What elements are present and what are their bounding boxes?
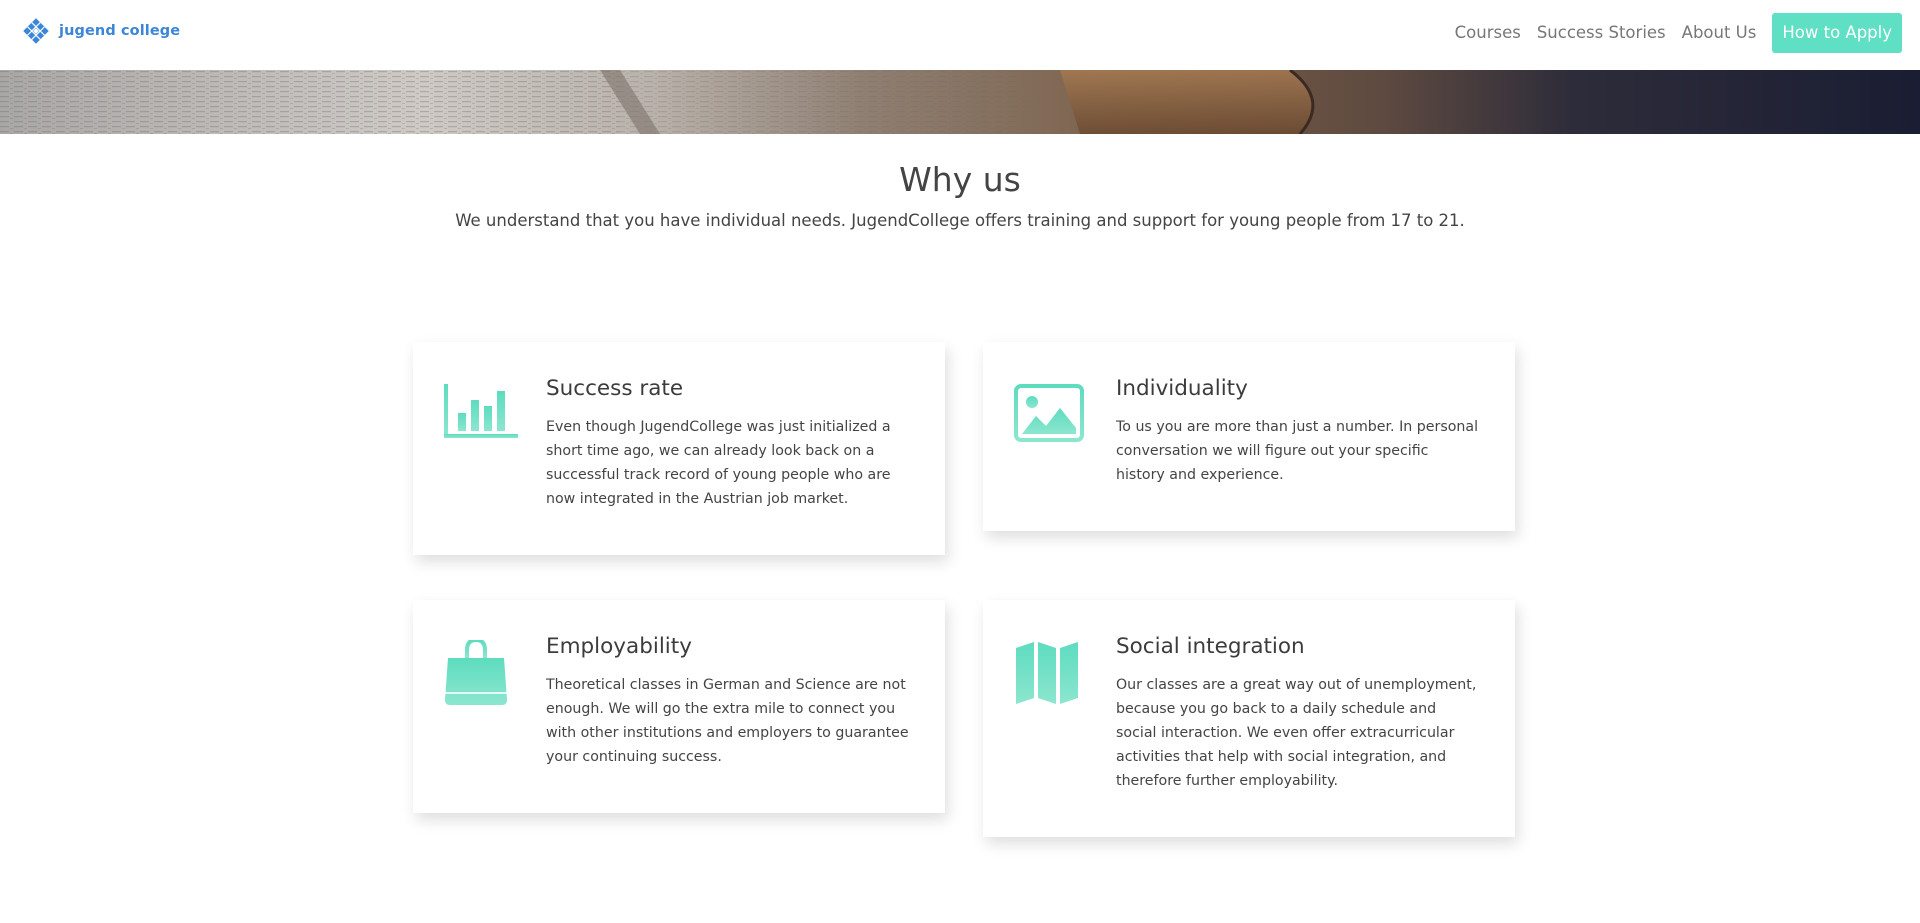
card-title: Individuality [1116,376,1248,401]
feature-card-employability: Employability Theoretical classes in Ger… [413,600,945,813]
feature-card-success-rate: Success rate Even though JugendCollege w… [413,342,945,555]
nav-link-about-us[interactable]: About Us [1682,15,1757,51]
shopping-bag-icon [445,640,507,705]
feature-card-individuality: Individuality To us you are more than ju… [983,342,1515,531]
image-icon [1014,384,1084,442]
card-text: Our classes are a great way out of unemp… [1116,677,1477,789]
card-text: Even though JugendCollege was just initi… [546,419,891,507]
card-text: To us you are more than just a number. I… [1116,419,1479,483]
hero-book-image [0,70,1920,134]
card-body: Social integration Our classes are a gre… [1116,634,1479,793]
how-to-apply-button[interactable]: How to Apply [1772,13,1902,53]
bar-chart-icon [444,384,518,438]
nav-link-success-stories[interactable]: Success Stories [1537,15,1666,51]
nav-link-courses[interactable]: Courses [1455,15,1521,51]
map-icon [1016,642,1078,704]
why-us-subtitle: We understand that you have individual n… [455,211,1465,230]
nav-links: Courses Success Stories About Us How to … [1455,13,1902,53]
hero-image-graphic [0,70,1920,134]
feature-card-social-integration: Social integration Our classes are a gre… [983,600,1515,837]
card-body: Success rate Even though JugendCollege w… [546,376,909,511]
top-navbar: jugend college Courses Success Stories A… [0,0,1920,70]
card-text: Theoretical classes in German and Scienc… [546,677,909,765]
card-title: Employability [546,634,692,659]
brand-logo-link[interactable]: jugend college [22,17,180,45]
brand-name: jugend college [59,23,181,39]
card-title: Success rate [546,376,684,401]
why-us-heading: Why us [899,160,1021,199]
card-title: Social integration [1116,634,1305,659]
card-body: Employability Theoretical classes in Ger… [546,634,909,769]
card-body: Individuality To us you are more than ju… [1116,376,1479,487]
diamond-logo-icon [23,18,49,44]
